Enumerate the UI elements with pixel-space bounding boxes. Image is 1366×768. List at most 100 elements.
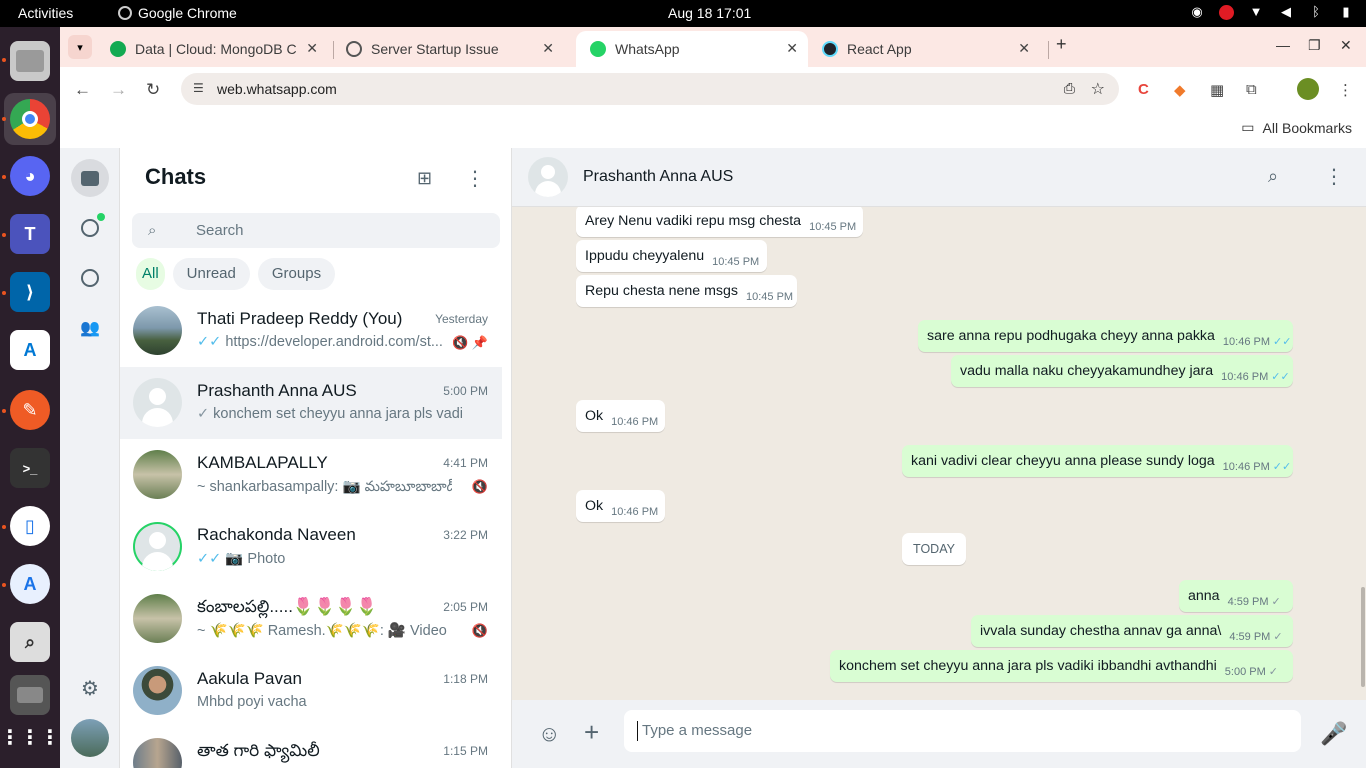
menu-kebab-icon[interactable]: ⋮ (465, 166, 485, 191)
close-icon[interactable]: ✕ (786, 40, 798, 57)
extensions-puzzle-icon[interactable]: ⧉ (1246, 81, 1257, 98)
message-out[interactable]: kani vadivi clear cheyyu anna please sun… (902, 445, 1293, 477)
filter-groups[interactable]: Groups (257, 258, 336, 290)
activities-button[interactable]: Activities (18, 5, 73, 21)
teams-icon[interactable]: T (10, 214, 50, 254)
channels-nav-button[interactable] (71, 259, 109, 297)
vscode-icon[interactable]: ⟩ (10, 272, 50, 312)
menu-kebab-icon[interactable]: ⋮ (1338, 81, 1353, 99)
chat-row[interactable]: Thati Pradeep Reddy (You) Yesterday ✓✓ ht… (120, 295, 502, 367)
search-input[interactable]: ⌕ Search (132, 213, 500, 248)
attach-plus-icon[interactable]: + (584, 717, 599, 748)
volume-icon[interactable]: ◀ (1278, 4, 1294, 20)
terminal-icon[interactable]: >_ (10, 448, 50, 488)
minimize-button[interactable]: — (1276, 37, 1290, 53)
message-out[interactable]: anna 4:59 PM ✓ (1179, 580, 1293, 612)
chat-row-selected[interactable]: Prashanth Anna AUS 5:00 PM ✓ konchem set … (120, 367, 502, 439)
chrome-icon[interactable] (10, 99, 50, 139)
bluetooth-icon[interactable]: ᛒ (1308, 4, 1324, 20)
message-in[interactable]: Repu chesta nene msgs 10:45 PM (576, 275, 797, 307)
conversation-header[interactable]: Prashanth Anna AUS ⌕ ⋮ (512, 148, 1366, 207)
clock[interactable]: Aug 18 17:01 (668, 5, 751, 21)
maximize-button[interactable]: ❐ (1308, 37, 1321, 54)
chrome-app-icon (118, 6, 132, 20)
message-input[interactable]: Type a message (624, 710, 1301, 752)
close-icon[interactable]: ✕ (1018, 40, 1030, 57)
chat-row[interactable]: కంబాలపల్లి.....🌷🌷🌷🌷 2:05 PM ~ 🌾🌾🌾 Ramesh… (120, 583, 502, 655)
postman-icon[interactable]: ✎ (10, 390, 50, 430)
wifi-icon[interactable]: ▼ (1248, 4, 1264, 20)
message-in[interactable]: Ok 10:46 PM (576, 400, 665, 432)
filter-all[interactable]: All (136, 258, 165, 290)
discord-tray-icon[interactable]: ◉ (1189, 4, 1205, 20)
system-top-bar: Activities Google Chrome Aug 18 17:01 ◉ … (0, 0, 1366, 27)
new-tab-button[interactable]: + (1056, 34, 1067, 55)
avatar (133, 594, 182, 643)
chat-time: Yesterday (435, 312, 488, 326)
app-menu[interactable]: Google Chrome (118, 5, 237, 21)
install-app-icon[interactable]: ⎙ (1064, 80, 1075, 97)
extension-fox-icon[interactable]: ◆ (1174, 81, 1186, 99)
profile-avatar[interactable] (1297, 78, 1319, 100)
tab-mongodb[interactable]: Data | Cloud: MongoDB C ✕ (96, 31, 328, 67)
microphone-icon[interactable]: 🎤 (1320, 721, 1347, 747)
message-out[interactable]: vadu malla naku cheyyakamundhey jara 10:4… (951, 355, 1293, 387)
close-icon[interactable]: ✕ (542, 40, 554, 57)
scrollbar-thumb[interactable] (1361, 587, 1365, 687)
url-text: web.whatsapp.com (217, 81, 337, 97)
message-out[interactable]: ivvala sunday chestha annav ga anna\ 4:59… (971, 615, 1293, 647)
tab-server-startup[interactable]: Server Startup Issue ✕ (332, 31, 564, 67)
tab-whatsapp[interactable]: WhatsApp ✕ (576, 31, 808, 67)
emoji-icon[interactable]: ☺ (538, 721, 560, 747)
search-icon[interactable]: ⌕ (1268, 166, 1278, 187)
contact-avatar[interactable] (528, 157, 568, 197)
communities-nav-button[interactable]: 👥 (71, 309, 109, 347)
message-in[interactable]: Ok 10:46 PM (576, 490, 665, 522)
message-out[interactable]: sare anna repu podhugaka cheyy anna pakk… (918, 320, 1293, 352)
message-in[interactable]: Ippudu cheyyalenu 10:45 PM (576, 240, 767, 272)
whatsapp-app: 👥 ⚙ Chats ⊞ ⋮ ⌕ Search All Unread Groups… (60, 148, 1366, 768)
menu-kebab-icon[interactable]: ⋮ (1324, 164, 1344, 189)
android-studio-icon[interactable]: A (10, 564, 50, 604)
tab-search-dropdown[interactable]: ▾ (68, 35, 92, 59)
search-placeholder: Search (196, 222, 244, 239)
chats-nav-button[interactable] (71, 159, 109, 197)
do-not-disturb-icon[interactable] (1219, 4, 1234, 20)
message-in[interactable]: Arey Nenu vadiki repu msg chesta 10:45 PM (576, 207, 863, 237)
drive-icon[interactable] (10, 675, 50, 715)
chat-row[interactable]: Rachakonda Naveen 3:22 PM ✓✓ 📷 Photo (120, 511, 502, 583)
azure-icon[interactable]: A (10, 330, 50, 370)
reload-icon[interactable]: ↻ (146, 80, 160, 100)
back-arrow-icon[interactable]: ← (74, 80, 91, 100)
chat-row[interactable]: Aakula Pavan 1:18 PM Mhbd poyi vacha (120, 655, 502, 727)
filter-unread[interactable]: Unread (172, 258, 250, 290)
status-nav-button[interactable] (71, 209, 109, 247)
contact-name[interactable]: Prashanth Anna AUS (583, 168, 733, 186)
forward-arrow-icon[interactable]: → (110, 80, 127, 100)
files-icon[interactable] (10, 41, 50, 81)
settings-nav-button[interactable]: ⚙ (71, 669, 109, 707)
bookmark-star-icon[interactable]: ☆ (1091, 79, 1105, 99)
message-out[interactable]: konchem set cheyyu anna jara pls vadiki … (830, 650, 1293, 682)
new-chat-icon[interactable]: ⊞ (417, 168, 432, 189)
image-viewer-icon[interactable]: ⌕ (10, 622, 50, 662)
tab-react-app[interactable]: React App ✕ (808, 31, 1040, 67)
profile-photo-button[interactable] (71, 719, 109, 757)
extension-qr-icon[interactable]: ▦ (1210, 81, 1224, 99)
all-bookmarks-button[interactable]: ▭ All Bookmarks (1241, 119, 1352, 136)
extension-c-icon[interactable]: C (1138, 81, 1149, 98)
chat-row[interactable]: KAMBALAPALLY 4:41 PM ~ shankarbasampally… (120, 439, 502, 511)
close-window-button[interactable]: ✕ (1340, 37, 1352, 54)
message-time: 10:46 PM (611, 416, 659, 428)
close-icon[interactable]: ✕ (306, 40, 318, 57)
show-apps-icon[interactable]: ⋮⋮⋮ (0, 717, 60, 757)
address-bar[interactable]: ☰ web.whatsapp.com ⎙ ☆ (181, 73, 1119, 105)
battery-icon[interactable]: ▮ (1338, 4, 1354, 20)
scrcpy-icon[interactable]: ▯ (10, 506, 50, 546)
chat-row[interactable]: తాత గారి ఫ్యామిలీ 1:15 PM (120, 727, 502, 768)
discord-icon[interactable]: ◕ (10, 156, 50, 196)
message-scrollbar[interactable] (1361, 207, 1365, 700)
site-settings-icon[interactable]: ☰ (193, 81, 204, 95)
system-tray[interactable]: ◉ ▼ ◀ ᛒ ▮ (1189, 4, 1354, 20)
message-text: Ippudu cheyyalenu (585, 248, 705, 264)
